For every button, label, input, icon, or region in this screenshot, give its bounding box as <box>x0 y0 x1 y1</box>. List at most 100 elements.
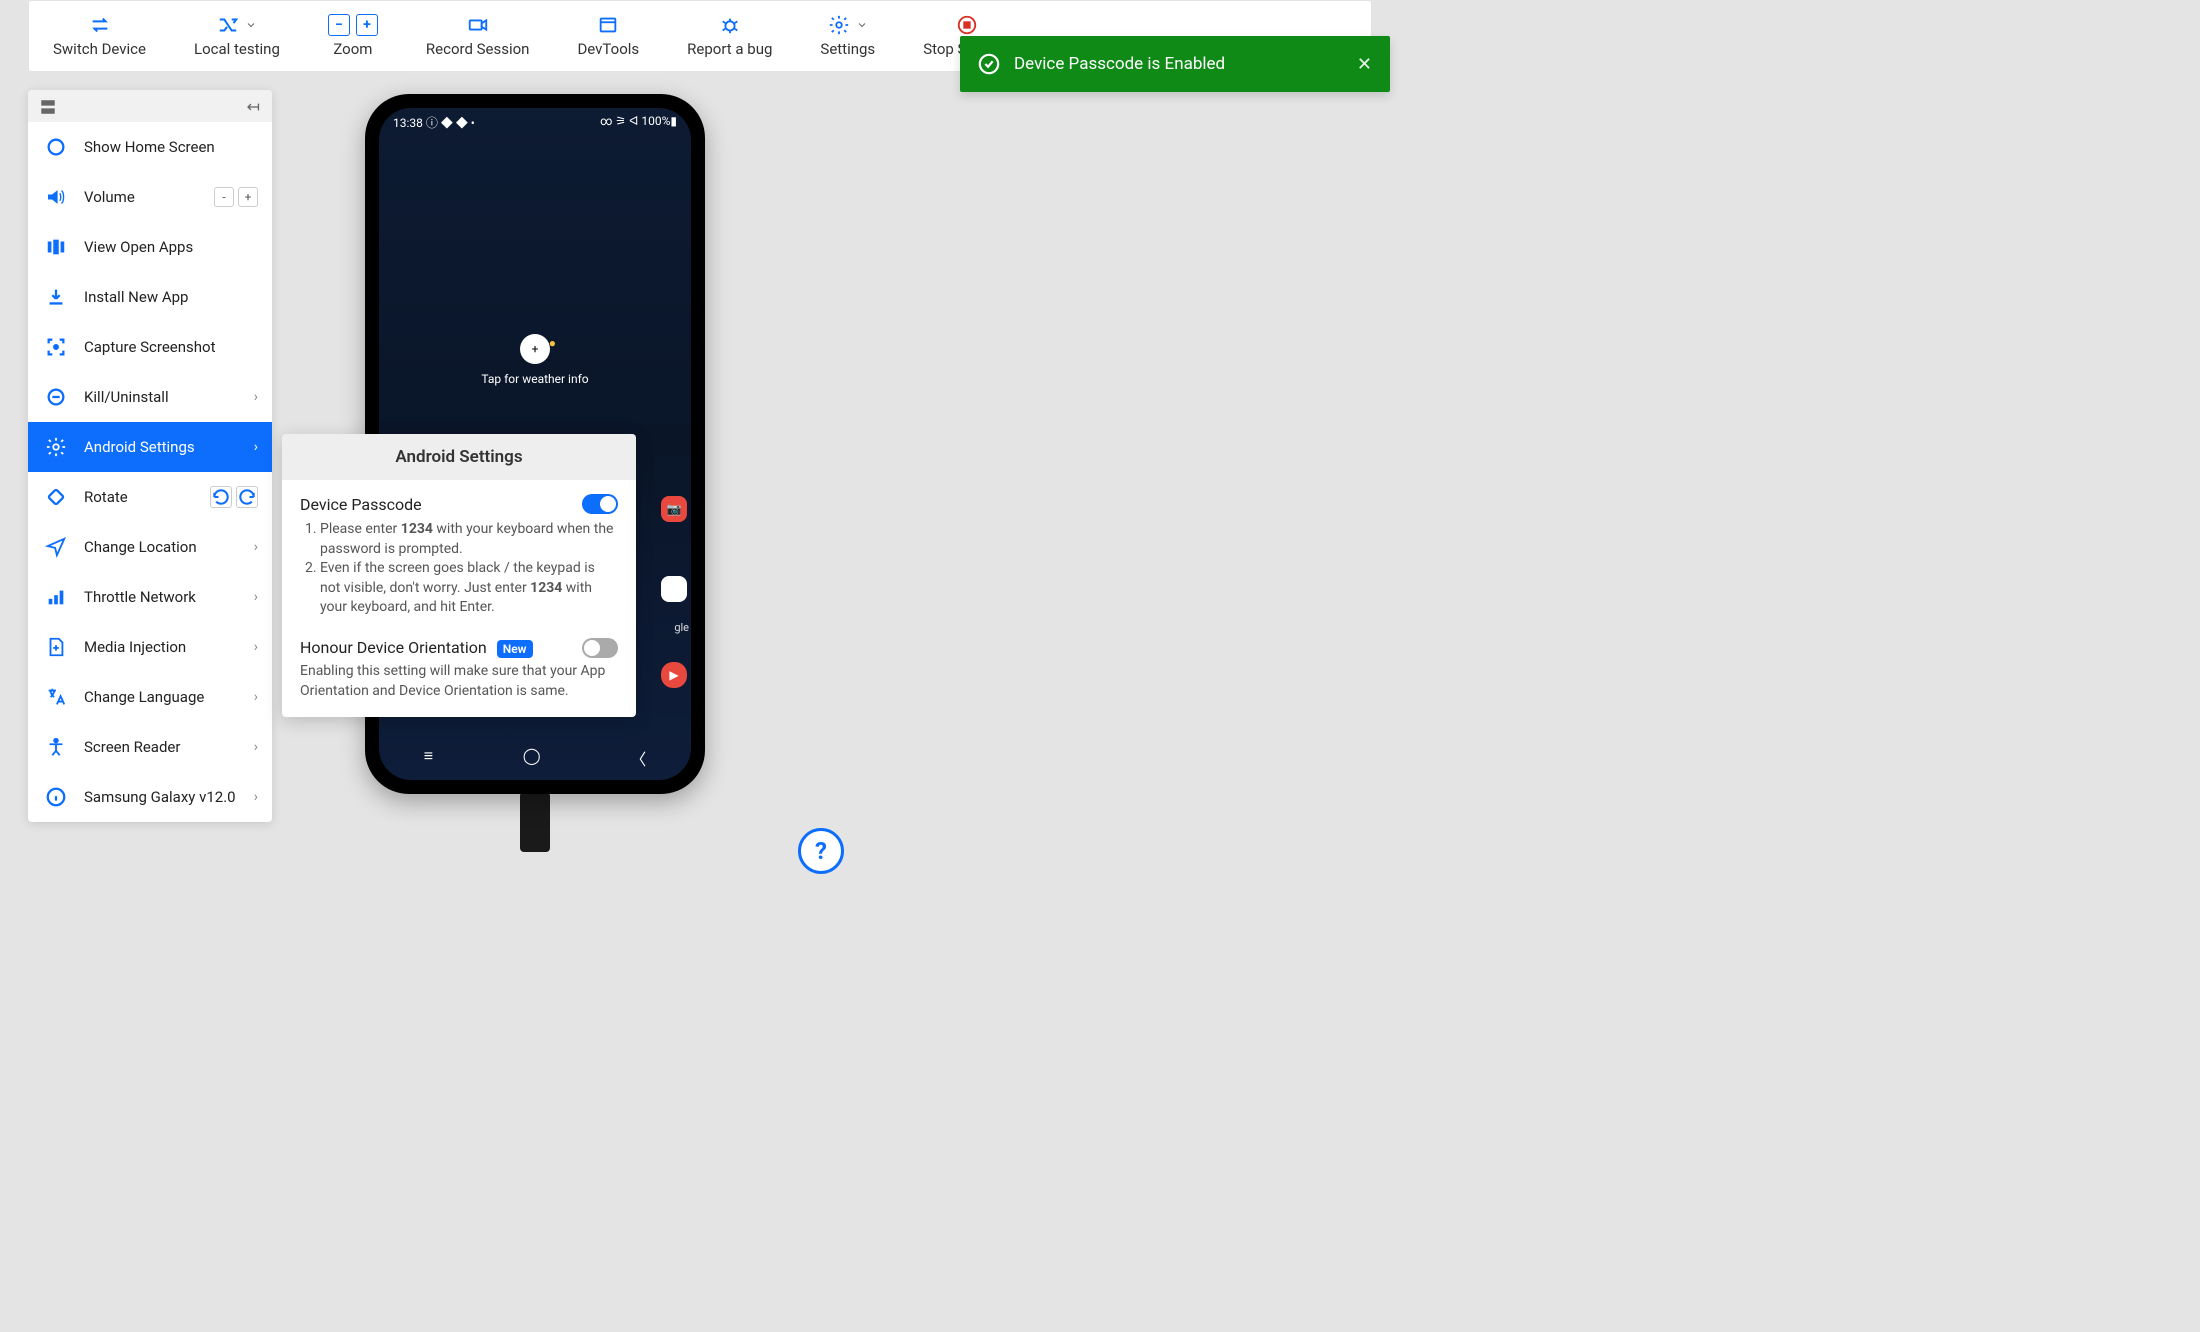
file-plus-icon <box>45 636 67 658</box>
sidebar-item-label: Change Location <box>84 538 240 556</box>
chevron-down-icon <box>856 19 868 31</box>
settings-label: Settings <box>820 40 875 58</box>
circle-icon <box>45 136 67 158</box>
zoom-buttons: − + <box>328 14 378 36</box>
sidebar-item-label: Show Home Screen <box>84 138 258 156</box>
volume-down-button[interactable]: - <box>214 187 234 207</box>
rotate-buttons <box>210 486 258 508</box>
toast-passcode-enabled: Device Passcode is Enabled ✕ <box>960 36 1390 92</box>
chevron-right-icon: › <box>254 439 258 455</box>
setting-passcode: Device Passcode Please enter 1234 with y… <box>282 480 636 624</box>
sidebar-item-open-apps[interactable]: View Open Apps <box>28 222 272 272</box>
sidebar-item-label: Rotate <box>84 488 196 506</box>
sidebar-item-label: View Open Apps <box>84 238 258 256</box>
sidebar-item-label: Throttle Network <box>84 588 240 606</box>
settings-button[interactable]: Settings <box>796 1 899 71</box>
sidebar-item-label: Screen Reader <box>84 738 240 756</box>
sidebar-item-label: Kill/Uninstall <box>84 388 240 406</box>
zoom-in-button[interactable]: + <box>356 14 378 36</box>
setting-orientation: Honour Device Orientation New Enabling t… <box>282 624 636 717</box>
toast-close-button[interactable]: ✕ <box>1357 54 1372 75</box>
sidebar-item-location[interactable]: Change Location › <box>28 522 272 572</box>
sidebar-item-kill[interactable]: Kill/Uninstall › <box>28 372 272 422</box>
usb-cable <box>520 792 550 852</box>
sidebar-item-device-info[interactable]: Samsung Galaxy v12.0 › <box>28 772 272 822</box>
chevron-right-icon: › <box>254 689 258 705</box>
android-settings-panel: Android Settings Device Passcode Please … <box>282 434 636 717</box>
local-testing-label: Local testing <box>194 40 280 58</box>
orientation-desc: Enabling this setting will make sure tha… <box>300 658 618 701</box>
rotate-ccw-button[interactable] <box>210 486 232 508</box>
translate-icon <box>45 686 67 708</box>
drag-handle-icon[interactable]: 〓 <box>40 94 54 118</box>
collapse-icon[interactable]: ↤ <box>247 97 260 116</box>
switch-device-button[interactable]: Switch Device <box>29 1 170 71</box>
sidebar-item-android-settings[interactable]: Android Settings › <box>28 422 272 472</box>
navigate-icon <box>45 536 67 558</box>
stop-icon <box>956 14 978 36</box>
capture-icon <box>45 336 67 358</box>
sidebar-header: 〓 ↤ <box>28 90 272 122</box>
status-bar: 13:38 ⓘ ◆ ◆ • ∞ ⚞ ᐊ 100%▮ <box>379 108 691 131</box>
report-bug-button[interactable]: Report a bug <box>663 1 796 71</box>
passcode-instructions: Please enter 1234 with your keyboard whe… <box>300 514 618 618</box>
zoom-out-button[interactable]: − <box>328 14 350 36</box>
zoom-control[interactable]: − + Zoom <box>304 1 402 71</box>
zoom-label: Zoom <box>333 40 372 58</box>
sidebar-item-language[interactable]: Change Language › <box>28 672 272 722</box>
toast-message: Device Passcode is Enabled <box>1014 54 1343 74</box>
local-testing-button[interactable]: Local testing <box>170 1 304 71</box>
gear-icon <box>45 436 67 458</box>
new-badge: New <box>497 640 533 658</box>
record-label: Record Session <box>426 40 530 58</box>
bars-icon <box>45 586 67 608</box>
actions-sidebar: 〓 ↤ Show Home Screen Volume - + View Ope… <box>28 90 272 822</box>
chevron-right-icon: › <box>254 389 258 405</box>
gear-icon <box>828 14 850 36</box>
sidebar-item-install[interactable]: Install New App <box>28 272 272 322</box>
sidebar-item-label: Capture Screenshot <box>84 338 258 356</box>
chevron-down-icon <box>245 19 257 31</box>
shuffle-icon <box>217 14 239 36</box>
sidebar-item-media[interactable]: Media Injection › <box>28 622 272 672</box>
sidebar-item-label: Change Language <box>84 688 240 706</box>
recents-button[interactable]: ≡ <box>424 746 433 770</box>
window-icon <box>597 14 619 36</box>
app-icon[interactable]: ▶ <box>661 662 687 688</box>
devtools-button[interactable]: DevTools <box>553 1 663 71</box>
camera-icon <box>467 14 489 36</box>
app-icon[interactable]: 📷 <box>661 496 687 522</box>
status-time: 13:38 <box>393 116 423 130</box>
report-bug-label: Report a bug <box>687 40 772 58</box>
flyout-title: Android Settings <box>282 434 636 480</box>
sidebar-item-screenreader[interactable]: Screen Reader › <box>28 722 272 772</box>
orientation-toggle[interactable] <box>582 638 618 658</box>
orientation-title: Honour Device Orientation <box>300 638 487 657</box>
weather-widget[interactable]: +● Tap for weather info <box>379 334 691 386</box>
rotate-cw-button[interactable] <box>236 486 258 508</box>
sidebar-item-throttle[interactable]: Throttle Network › <box>28 572 272 622</box>
home-button[interactable]: ◯ <box>523 746 541 770</box>
info-icon <box>45 786 67 808</box>
chevron-right-icon: › <box>254 589 258 605</box>
sidebar-item-label: Install New App <box>84 288 258 306</box>
record-session-button[interactable]: Record Session <box>402 1 554 71</box>
sidebar-item-label: Media Injection <box>84 638 240 656</box>
search-label-partial: gle <box>674 621 689 634</box>
switch-device-label: Switch Device <box>53 40 146 58</box>
rotate-icon <box>45 486 67 508</box>
sidebar-item-rotate[interactable]: Rotate <box>28 472 272 522</box>
volume-up-button[interactable]: + <box>238 187 258 207</box>
swap-icon <box>89 14 111 36</box>
sidebar-item-label: Volume <box>84 188 200 206</box>
sidebar-item-screenshot[interactable]: Capture Screenshot <box>28 322 272 372</box>
sidebar-item-home[interactable]: Show Home Screen <box>28 122 272 172</box>
back-button[interactable]: 〈 <box>630 746 646 770</box>
weather-hint: Tap for weather info <box>379 372 691 386</box>
sidebar-item-label: Android Settings <box>84 438 240 456</box>
app-folder[interactable] <box>661 576 687 602</box>
help-fab[interactable]: ? <box>798 828 844 874</box>
sidebar-item-volume[interactable]: Volume - + <box>28 172 272 222</box>
passcode-toggle[interactable] <box>582 494 618 514</box>
sidebar-item-label: Samsung Galaxy v12.0 <box>84 788 240 806</box>
